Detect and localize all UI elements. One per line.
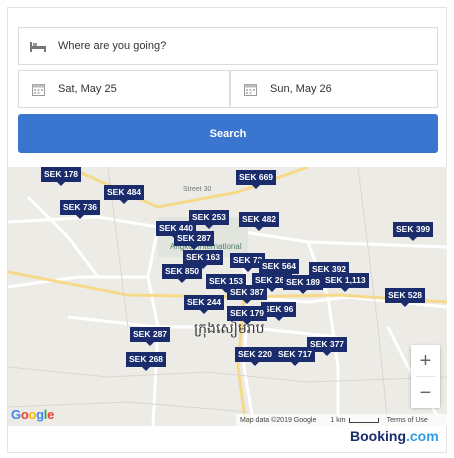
price-pin[interactable]: SEK 189 (283, 275, 324, 294)
scale-bar (348, 417, 379, 423)
brand-suffix: .com (406, 428, 439, 444)
search-button[interactable]: Search (18, 114, 438, 153)
price-pin[interactable]: SEK 669 (236, 170, 277, 189)
price-pin[interactable]: SEK 850 (162, 264, 203, 283)
street-label: Street 30 (183, 186, 212, 193)
price-pin[interactable]: SEK 163 (183, 250, 224, 269)
map-attribution: Map data ©2019 Google 1 km Terms of Use (236, 414, 447, 426)
map[interactable]: Street 30 Angkor International ក្រុងសៀមរ… (8, 167, 447, 426)
city-label: ក្រុងសៀមរាប (194, 319, 265, 338)
checkout-date: Sun, May 26 (270, 83, 332, 95)
destination-placeholder: Where are you going? (58, 40, 167, 52)
price-pin[interactable]: SEK 528 (385, 288, 426, 307)
terms-link[interactable]: Terms of Use (387, 417, 428, 424)
price-pin[interactable]: SEK 387 (227, 285, 268, 304)
price-pin[interactable]: SEK 268 (126, 352, 167, 371)
checkin-date-field[interactable]: Sat, May 25 (18, 70, 230, 108)
destination-field[interactable]: Where are you going? (18, 27, 438, 65)
bed-icon (30, 39, 46, 53)
price-pin[interactable]: SEK 244 (184, 295, 225, 314)
zoom-control: + − (411, 345, 440, 408)
map-data-text: Map data ©2019 Google (240, 416, 317, 424)
booking-logo[interactable]: Booking.com (350, 428, 439, 444)
google-logo: Google (11, 407, 55, 422)
checkout-date-field[interactable]: Sun, May 26 (230, 70, 438, 108)
price-pin[interactable]: SEK 287 (130, 327, 171, 346)
price-pin[interactable]: SEK 179 (227, 306, 268, 325)
price-pin[interactable]: SEK 717 (275, 347, 316, 366)
brand-name: Booking (350, 428, 406, 444)
zoom-in-button[interactable]: + (411, 345, 440, 376)
price-pin[interactable]: SEK 399 (393, 222, 434, 241)
calendar-icon (30, 82, 46, 96)
zoom-out-button[interactable]: − (411, 377, 440, 408)
price-pin[interactable]: SEK 564 (259, 259, 300, 278)
calendar-icon (242, 82, 258, 96)
checkin-date: Sat, May 25 (58, 83, 117, 95)
price-pin[interactable]: SEK 287 (174, 231, 215, 250)
price-pin[interactable]: SEK 1,113 (322, 273, 369, 292)
price-pin[interactable]: SEK 484 (104, 185, 145, 204)
price-pin[interactable]: SEK 482 (239, 212, 280, 231)
price-pin[interactable]: SEK 220 (235, 347, 276, 366)
price-pin[interactable]: SEK 178 (41, 167, 82, 186)
scale-text: 1 km (330, 416, 346, 424)
price-pin[interactable]: SEK 736 (60, 200, 101, 219)
